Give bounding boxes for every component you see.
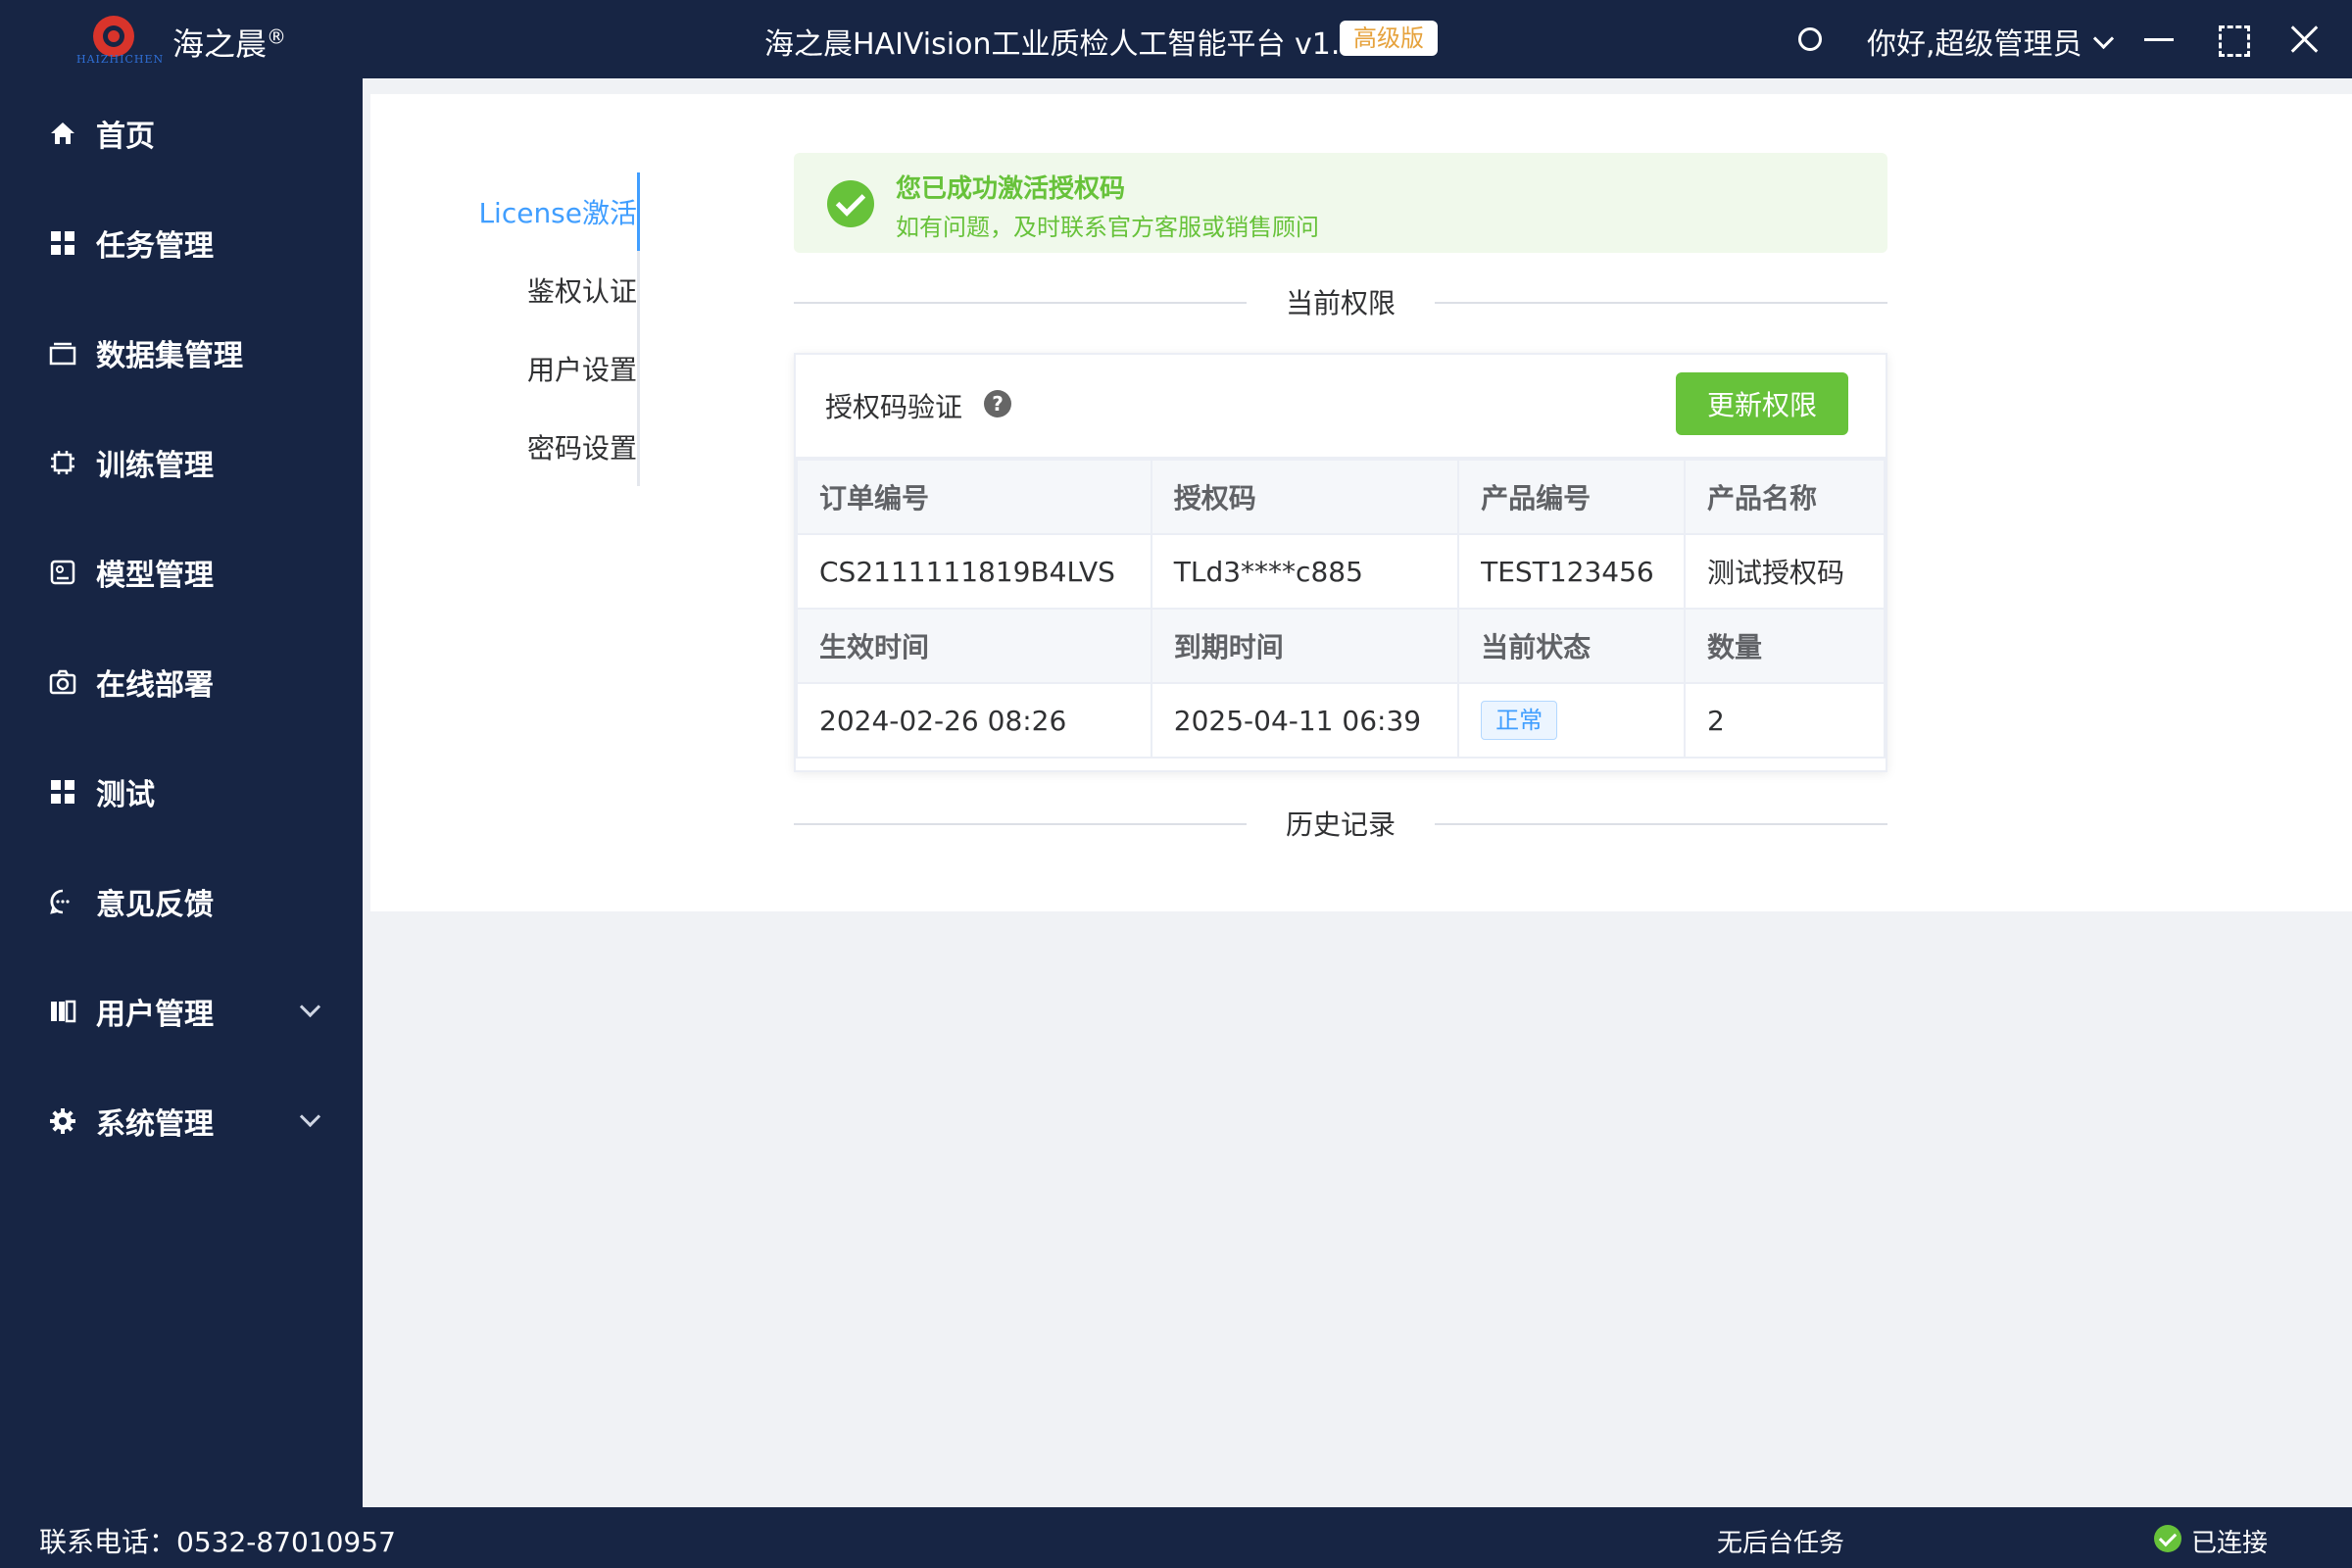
- sidebar-item-deploy[interactable]: 在线部署: [0, 627, 363, 737]
- table-cell: TLd3****c885: [1150, 533, 1460, 610]
- sidebar-item-label: 用户管理: [96, 998, 214, 1032]
- app-title: 海之晨HAIVision工业质检人工智能平台 v1.0: [764, 27, 1359, 62]
- table-label: 数量: [1683, 608, 1886, 684]
- section-title: 历史记录: [1285, 808, 1396, 841]
- sidebar-item-label: 测试: [96, 778, 155, 812]
- status-bar: 联系电话：0532-87010957 无后台任务 已连接: [0, 1507, 2352, 1568]
- connection-status: 已连接: [2191, 1529, 2269, 1558]
- main-content: License激活 鉴权认证 用户设置 密码设置 您已成功激活授权码 如有问题，…: [370, 94, 2352, 911]
- sidebar-item-feedback[interactable]: 意见反馈: [0, 847, 363, 956]
- table-label: 当前状态: [1457, 608, 1686, 684]
- table-row: CS2111111819B4LVS TLd3****c885 TEST12345…: [796, 533, 1886, 610]
- card-title: 授权码验证: [825, 391, 963, 423]
- table-row: 订单编号 授权码 产品编号 产品名称: [796, 459, 1886, 535]
- user-menu[interactable]: 你好,超级管理员: [1867, 20, 2114, 63]
- sun-icon[interactable]: [1798, 27, 1822, 51]
- contact-phone: 联系电话：0532-87010957: [39, 1526, 396, 1558]
- connected-check-icon: [2154, 1525, 2181, 1552]
- table-cell: 正常: [1457, 682, 1686, 759]
- grid-icon: [51, 780, 74, 804]
- layers-icon: [49, 342, 76, 366]
- table-cell: 测试授权码: [1683, 533, 1886, 610]
- sidebar-item-label: 首页: [96, 120, 155, 154]
- table-cell: CS2111111819B4LVS: [796, 533, 1152, 610]
- title-bar: HAIZHICHEN 海之晨® 海之晨HAIVision工业质检人工智能平台 v…: [0, 0, 2352, 78]
- subnav-password[interactable]: 密码设置: [370, 427, 637, 466]
- maximize-icon[interactable]: [2219, 25, 2250, 57]
- table-cell: TEST123456: [1457, 533, 1686, 610]
- grid-icon: [51, 231, 74, 255]
- section-divider-history: 历史记录: [794, 804, 1887, 843]
- sidebar-item-label: 系统管理: [96, 1107, 214, 1142]
- subnav-user-settings[interactable]: 用户设置: [370, 349, 637, 388]
- table-row: 生效时间 到期时间 当前状态 数量: [796, 608, 1886, 684]
- check-circle-icon: [827, 180, 874, 227]
- sidebar: 首页 任务管理 数据集管理 训练管理 模型管理 在线部署 测试 意见反馈 用户管…: [0, 78, 363, 1507]
- section-title: 当前权限: [1285, 287, 1396, 319]
- users-icon: [51, 1000, 76, 1023]
- chevron-down-icon: [299, 1105, 321, 1128]
- sidebar-item-tasks[interactable]: 任务管理: [0, 188, 363, 298]
- table-label: 生效时间: [796, 608, 1152, 684]
- sidebar-item-label: 模型管理: [96, 559, 214, 593]
- status-badge: 正常: [1481, 701, 1558, 740]
- subnav-license[interactable]: License激活: [370, 192, 637, 231]
- logo-gear-icon: [93, 16, 134, 57]
- logo-subtext: HAIZHICHEN: [76, 53, 165, 66]
- gear-icon: [50, 1108, 75, 1134]
- table-cell: 2025-04-11 06:39: [1150, 682, 1460, 759]
- sidebar-item-models[interactable]: 模型管理: [0, 517, 363, 627]
- success-alert: 您已成功激活授权码 如有问题，及时联系官方客服或销售顾问: [794, 153, 1887, 253]
- chat-icon: [50, 889, 70, 914]
- sidebar-item-users[interactable]: 用户管理: [0, 956, 363, 1066]
- table-label: 产品编号: [1457, 459, 1686, 535]
- section-divider-current: 当前权限: [794, 282, 1887, 321]
- sidebar-item-training[interactable]: 训练管理: [0, 408, 363, 517]
- alert-description: 如有问题，及时联系官方客服或销售顾问: [896, 214, 1319, 241]
- sidebar-item-label: 训练管理: [96, 449, 214, 483]
- table-label: 订单编号: [796, 459, 1152, 535]
- close-icon[interactable]: [2289, 24, 2321, 55]
- table-row: 2024-02-26 08:26 2025-04-11 06:39 正常 2: [796, 682, 1886, 759]
- license-table: 订单编号 授权码 产品编号 产品名称 CS2111111819B4LVS TLd…: [796, 459, 1886, 759]
- subnav-auth[interactable]: 鉴权认证: [370, 270, 637, 310]
- chevron-down-icon: [2092, 27, 2114, 50]
- table-cell: 2: [1683, 682, 1886, 759]
- table-label: 到期时间: [1150, 608, 1460, 684]
- alert-title: 您已成功激活授权码: [896, 174, 1126, 204]
- sidebar-item-label: 任务管理: [96, 229, 214, 264]
- subnav-active-indicator: [637, 172, 640, 251]
- camera-icon: [49, 669, 76, 695]
- home-icon: [51, 122, 74, 144]
- sidebar-item-home[interactable]: 首页: [0, 78, 363, 188]
- table-cell: 2024-02-26 08:26: [796, 682, 1152, 759]
- sidebar-item-label: 在线部署: [96, 668, 214, 703]
- sidebar-item-datasets[interactable]: 数据集管理: [0, 298, 363, 408]
- chevron-down-icon: [299, 996, 321, 1018]
- license-card: 授权码验证 ? 更新权限 订单编号 授权码 产品编号 产品名称 CS211111…: [794, 353, 1887, 772]
- help-icon[interactable]: ?: [984, 390, 1011, 417]
- sidebar-item-label: 数据集管理: [96, 339, 243, 373]
- sidebar-item-label: 意见反馈: [96, 888, 214, 922]
- chip-icon: [51, 451, 74, 474]
- sidebar-item-system[interactable]: 系统管理: [0, 1066, 363, 1176]
- minimize-icon[interactable]: [2144, 38, 2174, 41]
- table-label: 产品名称: [1683, 459, 1886, 535]
- brand-name: 海之晨®: [172, 24, 287, 63]
- background-task-status: 无后台任务: [1717, 1529, 1845, 1558]
- update-permission-button[interactable]: 更新权限: [1676, 372, 1848, 435]
- model-icon: [50, 560, 75, 585]
- user-greeting: 你好,超级管理员: [1867, 27, 2082, 62]
- table-label: 授权码: [1150, 459, 1460, 535]
- sidebar-item-test[interactable]: 测试: [0, 737, 363, 847]
- edition-badge: 高级版: [1340, 21, 1438, 56]
